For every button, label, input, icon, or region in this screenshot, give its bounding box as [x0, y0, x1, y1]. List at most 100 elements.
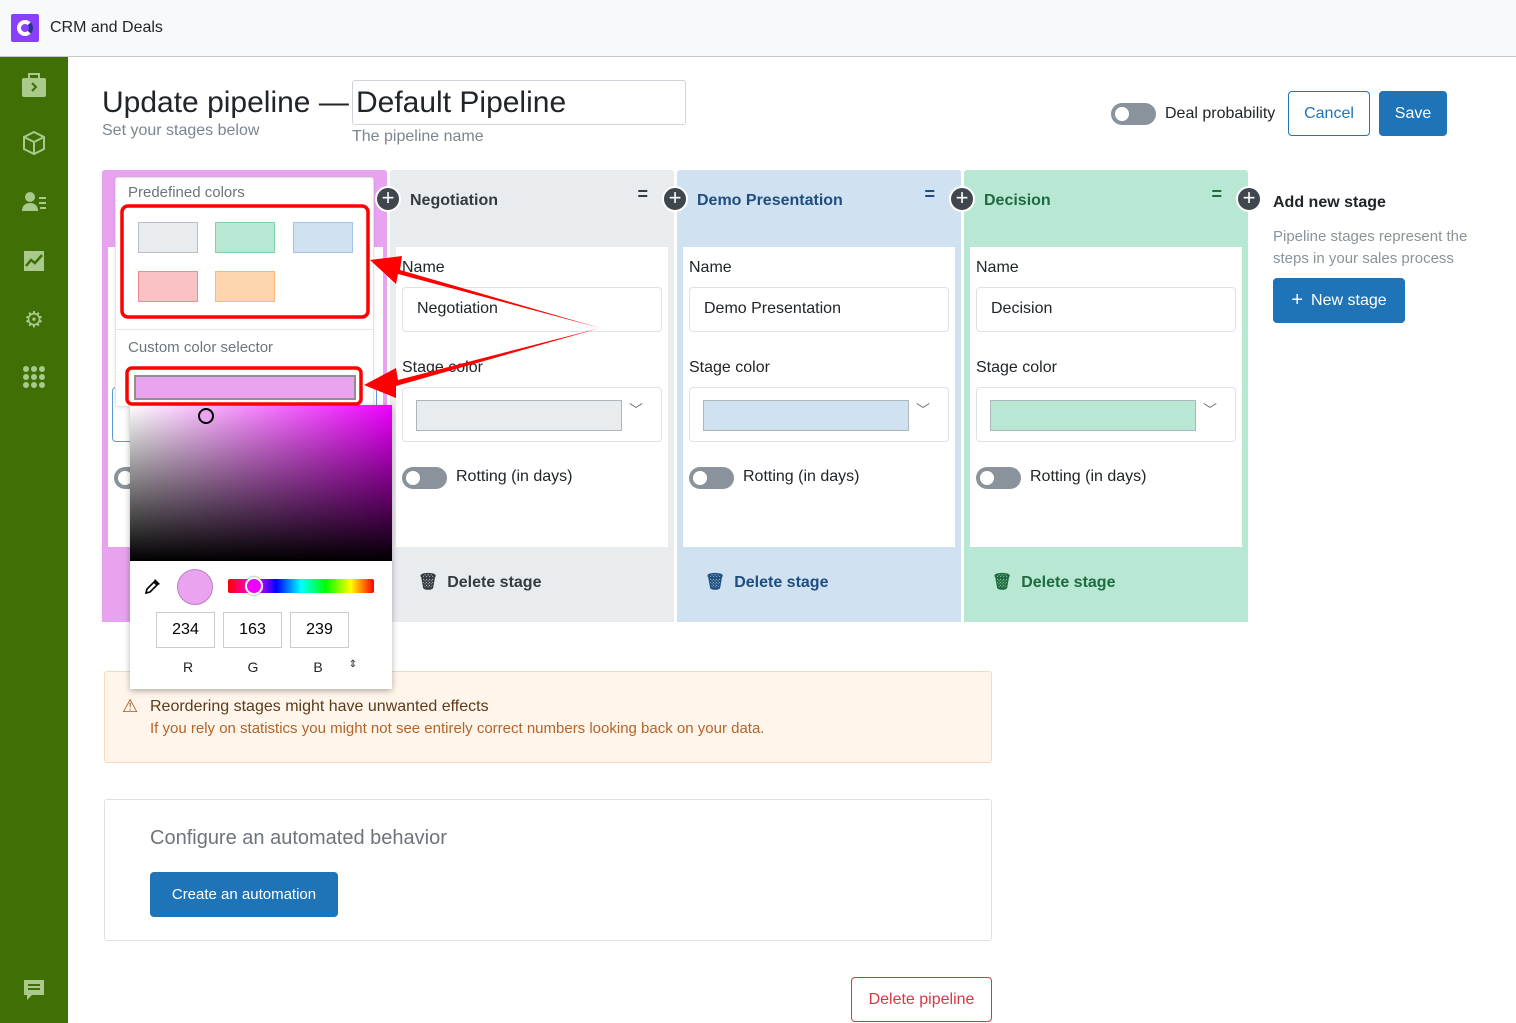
add-stage-title: Add new stage — [1273, 194, 1386, 211]
trash-icon: 🗑 — [418, 574, 439, 591]
hue-handle[interactable] — [245, 577, 263, 595]
predefined-color-gray[interactable] — [138, 222, 198, 253]
stage-title: Negotiation — [410, 192, 498, 209]
add-stage-description: Pipeline stages represent the steps in y… — [1273, 228, 1468, 267]
cancel-button[interactable]: Cancel — [1288, 91, 1370, 136]
stage-color-select[interactable]: ﹀ — [976, 387, 1236, 442]
color-picker: R G B ⇕ — [130, 405, 392, 689]
green-label: G — [247, 659, 259, 675]
trash-icon: 🗑 — [705, 574, 726, 591]
stage-color-select[interactable]: ﹀ — [402, 387, 662, 442]
delete-stage-label: Delete stage — [1021, 574, 1116, 591]
eyedropper-icon[interactable] — [144, 577, 162, 600]
warning-text: If you rely on statistics you might not … — [150, 720, 765, 737]
insert-stage-plus-icon[interactable]: + — [375, 186, 401, 212]
pipeline-name-input[interactable] — [352, 80, 686, 125]
delete-stage-label: Delete stage — [447, 574, 542, 591]
pipeline-name-help: The pipeline name — [352, 128, 484, 145]
cube-icon[interactable] — [20, 130, 48, 158]
page-title: Update pipeline — — [102, 86, 349, 119]
automation-title: Configure an automated behavior — [150, 827, 447, 849]
stage-color-label: Stage color — [689, 359, 770, 376]
predefined-color-blue[interactable] — [293, 222, 353, 253]
apps-grid-icon[interactable] — [20, 364, 48, 392]
drag-handle-icon[interactable]: = — [637, 184, 648, 205]
deal-probability-toggle[interactable] — [1111, 103, 1156, 125]
stage-column-demo-presentation: Demo Presentation = Name Demo Presentati… — [677, 170, 961, 622]
saturation-value-area[interactable] — [130, 405, 392, 561]
stage-title: Decision — [984, 192, 1051, 209]
rotting-label: Rotting (in days) — [743, 468, 860, 485]
rotting-toggle[interactable] — [689, 467, 734, 489]
predefined-color-orange[interactable] — [215, 271, 275, 302]
new-stage-label: New stage — [1311, 291, 1387, 309]
stage-color-label: Stage color — [402, 359, 483, 376]
color-swatch — [990, 400, 1196, 431]
red-label: R — [182, 659, 194, 675]
warning-icon: ⚠ — [122, 696, 139, 716]
stage-card: Name Demo Presentation Stage color ﹀ Rot… — [683, 247, 955, 547]
delete-pipeline-button[interactable]: Delete pipeline — [851, 977, 992, 1022]
rotting-label: Rotting (in days) — [456, 468, 573, 485]
create-automation-button[interactable]: Create an automation — [150, 872, 338, 917]
new-stage-button[interactable]: + New stage — [1273, 278, 1405, 323]
stage-column-negotiation: Negotiation = Name Negotiation Stage col… — [390, 170, 674, 622]
chevron-down-icon: ﹀ — [629, 402, 643, 418]
stage-title: Demo Presentation — [697, 192, 843, 209]
warning-title: Reordering stages might have unwanted ef… — [150, 698, 489, 715]
color-swatch — [703, 400, 909, 431]
stage-color-select[interactable]: ﹀ — [689, 387, 949, 442]
blue-label: B — [313, 659, 323, 675]
custom-color-input[interactable] — [134, 375, 356, 400]
app-title: CRM and Deals — [50, 19, 163, 36]
predefined-colors-label: Predefined colors — [128, 184, 245, 201]
gear-icon[interactable]: ⚙ — [20, 306, 48, 334]
save-button[interactable]: Save — [1379, 91, 1447, 136]
insert-stage-plus-icon[interactable]: + — [949, 186, 975, 212]
format-toggle-icon[interactable]: ⇕ — [343, 659, 363, 670]
stage-color-label: Stage color — [976, 359, 1057, 376]
automation-card: Configure an automated behavior Create a… — [104, 799, 992, 941]
saturation-handle[interactable] — [198, 408, 214, 424]
delete-stage-button[interactable]: 🗑 Delete stage — [705, 572, 828, 592]
divider — [116, 329, 373, 330]
crm-logo[interactable] — [11, 14, 39, 42]
stage-name-input[interactable]: Negotiation — [402, 287, 662, 332]
delete-stage-button[interactable]: 🗑 Delete stage — [418, 572, 541, 592]
stage-name-input[interactable]: Decision — [976, 287, 1236, 332]
trash-icon: 🗑 — [992, 574, 1013, 591]
stage-column-decision: Decision = Name Decision Stage color ﹀ R… — [964, 170, 1248, 622]
color-preview — [177, 569, 213, 605]
top-bar: CRM and Deals — [0, 0, 1516, 57]
delete-stage-label: Delete stage — [734, 574, 829, 591]
contacts-icon[interactable] — [20, 189, 48, 217]
name-label: Name — [689, 259, 732, 276]
color-swatch — [416, 400, 622, 431]
color-popover: Predefined colors Custom color selector — [115, 177, 374, 407]
drag-handle-icon[interactable]: = — [1211, 184, 1222, 205]
red-input[interactable] — [156, 612, 215, 648]
predefined-color-red[interactable] — [138, 271, 198, 302]
green-input[interactable] — [223, 612, 282, 648]
insert-stage-plus-icon[interactable]: + — [1236, 186, 1262, 212]
page-subtitle: Set your stages below — [102, 122, 260, 139]
sidebar: ⚙ — [0, 57, 68, 1023]
blue-input[interactable] — [290, 612, 349, 648]
rotting-toggle[interactable] — [976, 467, 1021, 489]
custom-color-label: Custom color selector — [128, 339, 274, 356]
plus-icon: + — [1291, 289, 1304, 311]
chat-icon[interactable] — [20, 979, 48, 1007]
drag-handle-icon[interactable]: = — [924, 184, 935, 205]
stage-name-input[interactable]: Demo Presentation — [689, 287, 949, 332]
predefined-color-green[interactable] — [215, 222, 275, 253]
briefcase-icon[interactable] — [20, 72, 48, 100]
insert-stage-plus-icon[interactable]: + — [662, 186, 688, 212]
chevron-down-icon: ﹀ — [1203, 402, 1217, 418]
deal-probability-label: Deal probability — [1165, 105, 1276, 122]
stage-card: Name Decision Stage color ﹀ Rotting (in … — [970, 247, 1242, 547]
rotting-toggle[interactable] — [402, 467, 447, 489]
delete-stage-button[interactable]: 🗑 Delete stage — [992, 572, 1115, 592]
stage-card: Name Negotiation Stage color ﹀ Rotting (… — [396, 247, 668, 547]
name-label: Name — [976, 259, 1019, 276]
chart-icon[interactable] — [20, 248, 48, 276]
